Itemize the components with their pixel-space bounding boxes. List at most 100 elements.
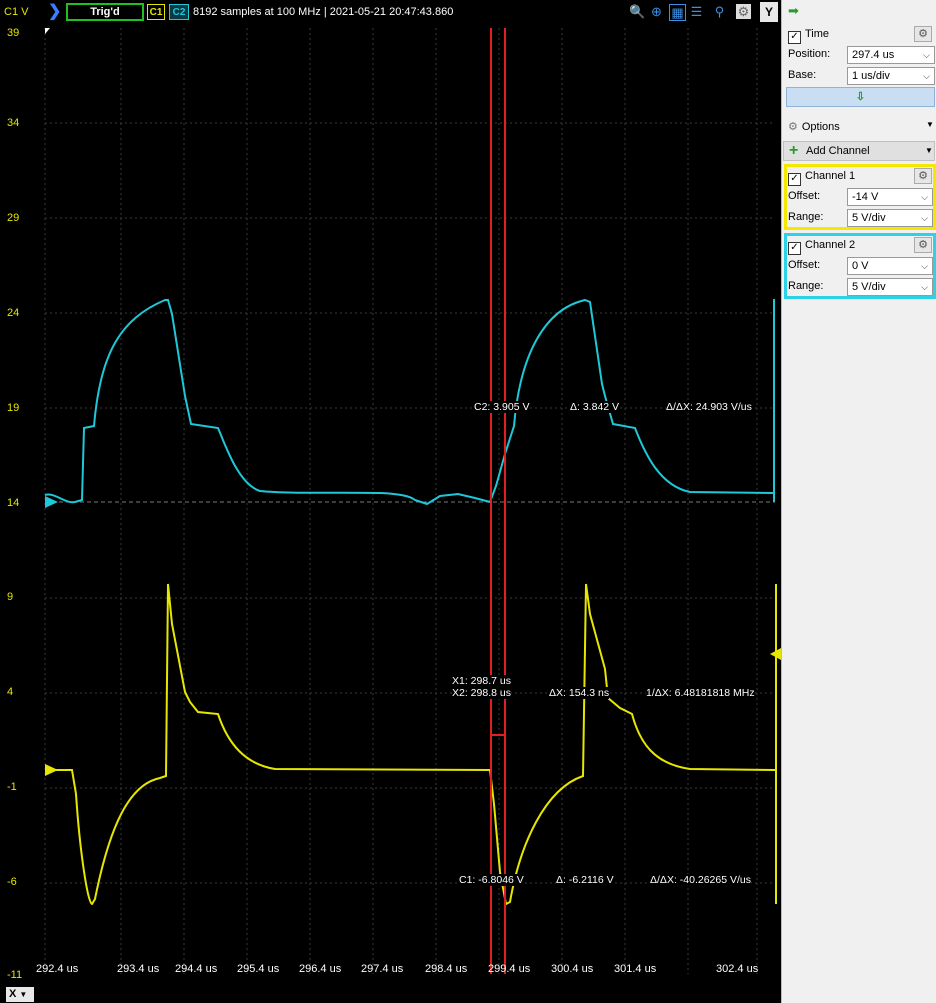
- oscilloscope-plot[interactable]: 39 34 29 24 19 14 9 4 -1 -6 -11 C2: 3.90…: [0, 24, 781, 984]
- channel1-range-select[interactable]: 5 V/div ⌵: [847, 209, 933, 227]
- channel2-range-select[interactable]: 5 V/div ⌵: [847, 278, 933, 296]
- position-label: Position:: [788, 48, 831, 60]
- run-icon[interactable]: ❯: [48, 4, 62, 20]
- channel1-label: Channel 1: [805, 170, 856, 182]
- x-tick-label: 293.4 us: [117, 963, 160, 975]
- plot-canvas: [44, 28, 781, 974]
- plus-icon: +: [789, 142, 799, 159]
- trigger-position-marker: [45, 28, 50, 34]
- grid-icon[interactable]: ☰: [689, 4, 704, 19]
- cursor-delta-x: ΔX: 154.3 ns: [549, 687, 610, 699]
- x-tick-label: 299.4 us: [488, 963, 531, 975]
- x-tick-label: 296.4 us: [299, 963, 342, 975]
- y-tick-label: 9: [7, 591, 14, 603]
- x-axis-button[interactable]: X ▼: [6, 987, 34, 1002]
- expand-arrow-icon[interactable]: ➡: [788, 3, 799, 19]
- acquisition-info: 8192 samples at 100 MHz | 2021-05-21 20:…: [193, 6, 454, 18]
- y-axis-button[interactable]: Y: [760, 2, 778, 22]
- x-tick-label: 294.4 us: [175, 963, 218, 975]
- y-tick-label: 4: [7, 686, 14, 698]
- base-value: 1 us/div: [852, 70, 890, 82]
- channel1-toggle-checkbox[interactable]: ✓ Channel 1: [788, 170, 855, 186]
- add-channel-label: Add Channel: [806, 145, 870, 157]
- channel2-toggle-checkbox[interactable]: ✓ Channel 2: [788, 239, 855, 255]
- y-tick-label: -1: [7, 781, 17, 793]
- checkbox-icon[interactable]: ✓: [788, 31, 801, 44]
- channel2-label: Channel 2: [805, 239, 856, 251]
- y-tick-label: 29: [7, 212, 20, 224]
- channel1-settings-icon[interactable]: ⚙: [914, 168, 932, 184]
- x-axis-button-label: X: [9, 988, 17, 1000]
- channel2-offset-marker[interactable]: [45, 496, 58, 508]
- x-tick-label: 300.4 us: [551, 963, 594, 975]
- apply-down-arrow-icon[interactable]: ⇩: [786, 87, 935, 107]
- chevron-down-icon: ⌵: [923, 71, 930, 81]
- grid: [44, 28, 775, 974]
- cursor-icon[interactable]: ▦: [669, 4, 686, 21]
- c2-cursor-delta: Δ: 3.842 V: [570, 401, 620, 413]
- channel2-toggle[interactable]: C2: [169, 4, 189, 20]
- y-tick-label: 19: [7, 402, 20, 414]
- x-tick-label: 302.4 us: [716, 963, 759, 975]
- c2-cursor-slope: Δ/ΔX: 24.903 V/us: [666, 401, 752, 413]
- channel2-settings-icon[interactable]: ⚙: [914, 237, 932, 253]
- time-label: Time: [805, 28, 830, 40]
- chevron-down-icon: ⌵: [921, 261, 928, 271]
- toolbar: C1 V ❯ Trig'd C1 C2 8192 samples at 100 …: [0, 0, 781, 24]
- channel-unit-label: C1 V: [4, 6, 29, 18]
- dropdown-arrow-icon: ▼: [925, 146, 933, 155]
- cursor-frequency: 1/ΔX: 6.48181818 MHz: [646, 687, 755, 699]
- c1-cursor-slope: Δ/ΔX: -40.26265 V/us: [650, 874, 752, 886]
- checkbox-icon[interactable]: ✓: [788, 173, 801, 186]
- chevron-down-icon: ⌵: [921, 213, 928, 223]
- channel1-offset-value: -14 V: [852, 191, 879, 203]
- channel2-range-label: Range:: [788, 280, 824, 292]
- zoom-in-icon[interactable]: ⊕: [649, 4, 664, 19]
- x-tick-label: 297.4 us: [361, 963, 404, 975]
- gear-icon: ⚙: [788, 121, 798, 133]
- y-tick-label: 24: [7, 307, 20, 319]
- time-toggle[interactable]: ✓ Time: [788, 28, 829, 44]
- settings-icon[interactable]: ⚙: [736, 4, 751, 19]
- cursor-x2-value: X2: 298.8 us: [452, 687, 511, 699]
- zoom-icon[interactable]: 🔍: [629, 4, 645, 19]
- y-tick-label: -11: [7, 969, 23, 981]
- channel2-offset-value: 0 V: [852, 260, 869, 272]
- base-label: Base:: [788, 69, 817, 81]
- channel2-range-value: 5 V/div: [852, 281, 886, 293]
- x-tick-label: 301.4 us: [614, 963, 657, 975]
- x-tick-label: 298.4 us: [425, 963, 468, 975]
- time-settings-icon[interactable]: ⚙: [914, 26, 932, 42]
- y-tick-label: 14: [7, 497, 20, 509]
- add-channel-button[interactable]: + Add Channel ▼: [783, 141, 935, 161]
- channel2-offset-select[interactable]: 0 V ⌵: [847, 257, 933, 275]
- c1-cursor-delta: Δ: -6.2116 V: [556, 874, 614, 886]
- chevron-down-icon: ⌵: [923, 50, 930, 60]
- position-select[interactable]: 297.4 us ⌵: [847, 46, 935, 64]
- y-tick-label: 34: [7, 117, 20, 129]
- y-tick-label: -6: [7, 876, 17, 888]
- channel1-toggle[interactable]: C1: [147, 4, 165, 20]
- options-label: Options: [801, 121, 840, 133]
- options-menu[interactable]: ⚙ Options: [788, 120, 840, 133]
- position-value: 297.4 us: [852, 49, 895, 61]
- channel1-offset-marker[interactable]: [45, 764, 58, 776]
- chevron-down-icon: ⌵: [921, 192, 928, 202]
- x-axis: [0, 984, 781, 1003]
- dropdown-arrow-icon[interactable]: ▼: [926, 120, 934, 129]
- channel1-range-value: 5 V/div: [852, 212, 886, 224]
- checkbox-icon[interactable]: ✓: [788, 242, 801, 255]
- cursor-x1-value: X1: 298.7 us: [452, 675, 511, 687]
- control-panel: ➡ ✓ Time ⚙ Position: 297.4 us ⌵ Base: 1 us…: [781, 0, 936, 1003]
- channel1-offset-label: Offset:: [788, 190, 821, 202]
- channel1-offset-select[interactable]: -14 V ⌵: [847, 188, 933, 206]
- channel2-offset-label: Offset:: [788, 259, 821, 271]
- c1-cursor-value: C1: -6.8046 V: [459, 874, 524, 886]
- c2-cursor-value: C2: 3.905 V: [474, 401, 530, 413]
- y-tick-label: 39: [7, 27, 20, 39]
- trigger-status[interactable]: Trig'd: [66, 3, 144, 21]
- base-select[interactable]: 1 us/div ⌵: [847, 67, 935, 85]
- zoom-fit-icon[interactable]: ⚲: [712, 4, 727, 19]
- chevron-down-icon: ▼: [19, 990, 28, 999]
- chevron-down-icon: ⌵: [921, 282, 928, 292]
